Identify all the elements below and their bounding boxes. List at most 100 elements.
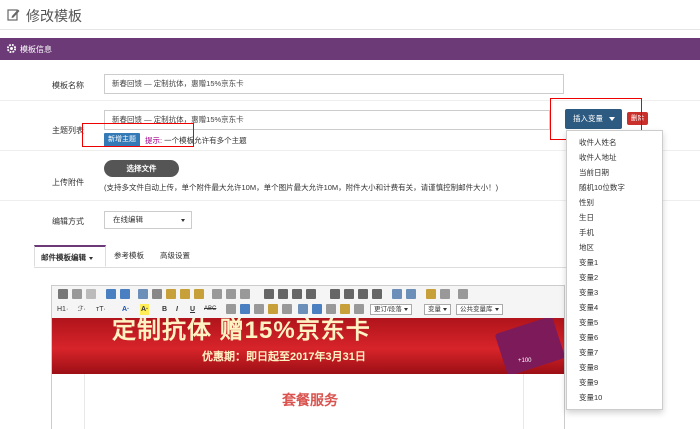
paste-word-icon[interactable] [194,289,204,299]
toolbar-row-1 [52,287,564,302]
unlink-icon[interactable] [254,304,264,314]
tab-mail-template[interactable]: 邮件模板编辑 [34,245,106,267]
image-icon[interactable] [298,304,308,314]
variable-menu-item[interactable]: 变量9 [567,375,662,390]
tab-label: 邮件模板编辑 [41,253,86,262]
source-icon[interactable] [58,289,68,299]
italic-button[interactable]: I [176,304,178,315]
format-brush-icon[interactable] [426,289,436,299]
toolbar-row-2: H1· ℱ· тT· A· A· B I U ABC 更订/段落 变量 公共变量… [52,302,564,317]
variable-menu-item[interactable]: 变量6 [567,330,662,345]
template-name-label: 模板名称 [52,81,84,90]
panel-header: 模板信息 [0,38,700,60]
service-title: 套餐服务 [282,392,338,408]
preview-icon[interactable] [72,289,82,299]
tab-reference-template[interactable]: 参考模板 [108,245,150,267]
redo-icon[interactable] [120,289,130,299]
heading-dropdown[interactable]: H1· [57,304,68,315]
variable-menu-item[interactable]: 变量5 [567,315,662,330]
chevron-down-icon [181,219,185,222]
variable-menu-item[interactable]: 变量3 [567,285,662,300]
edit-mode-select[interactable]: 在线编辑 [104,211,192,229]
variable-menu-item[interactable]: 变量8 [567,360,662,375]
font-size-dropdown[interactable]: тT· [96,304,106,315]
public-variable-combo[interactable]: 公共变量库 [456,304,503,315]
strikethrough-button[interactable]: ABC [204,304,216,315]
paragraph-combo[interactable]: 更订/段落 [370,304,412,315]
template-name-input[interactable]: 新春回馈 — 定制抗体，惠赠15%京东卡 [104,74,564,94]
ordered-list-icon[interactable] [330,289,340,299]
edit-icon [7,9,20,21]
variable-menu-item[interactable]: 当前日期 [567,165,662,180]
align-right-icon[interactable] [292,289,302,299]
variable-combo[interactable]: 变量 [424,304,451,315]
variable-menu-item[interactable]: 收件人地址 [567,150,662,165]
table-icon[interactable] [312,304,322,314]
remove-format-icon[interactable] [226,304,236,314]
emoticon-icon[interactable] [340,304,350,314]
paste-icon[interactable] [166,289,176,299]
page: 修改模板 模板信息 模板名称 新春回馈 — 定制抗体，惠赠15%京东卡 主题列表… [0,0,700,429]
topic-list-label: 主题列表 [52,126,84,135]
indent-icon[interactable] [358,289,368,299]
special-char-icon[interactable] [354,304,364,314]
rich-text-editor[interactable]: H1· ℱ· тT· A· A· B I U ABC 更订/段落 变量 公共变量… [51,285,565,429]
undo-icon[interactable] [106,289,116,299]
font-family-dropdown[interactable]: ℱ· [78,304,86,315]
unordered-list-icon[interactable] [344,289,354,299]
link-icon[interactable] [240,304,250,314]
hr-icon[interactable] [326,304,336,314]
font-color-button[interactable]: A· [122,304,129,315]
edit-mode-label: 编辑方式 [52,217,84,226]
find-icon[interactable] [240,289,250,299]
anchor-icon[interactable] [268,304,278,314]
hint-prefix: 提示: [145,136,163,145]
variable-menu-item[interactable]: 变量10 [567,390,662,405]
promo-banner-image: 定制抗体 赠15%京东卡 +100 优惠期：即日起至2017年3月31日 [52,318,564,374]
variable-menu-item[interactable]: 手机 [567,225,662,240]
variable-menu-item[interactable]: 变量4 [567,300,662,315]
chevron-down-icon [494,307,499,311]
spellcheck-icon[interactable] [226,289,236,299]
combo-label: 更订/段落 [374,306,402,313]
page-header: 修改模板 [0,0,700,30]
variable-menu-item[interactable]: 收件人姓名 [567,135,662,150]
paste-text-icon[interactable] [180,289,190,299]
topic-hint: 提示: 一个模板允许有多个主题 [145,135,247,146]
variable-menu-item[interactable]: 随机10位数字 [567,180,662,195]
choose-file-button[interactable]: 选择文件 [104,160,179,177]
clear-icon[interactable] [86,289,96,299]
edit-mode-value: 在线编辑 [113,215,143,224]
combo-label: 变量 [428,306,441,313]
chevron-down-icon [443,307,447,311]
variable-menu-item[interactable]: 变量2 [567,270,662,285]
align-left-icon[interactable] [264,289,274,299]
variable-menu-item[interactable]: 生日 [567,210,662,225]
chevron-down-icon [403,307,408,311]
banner-headline: 定制抗体 赠15%京东卡 [112,318,371,344]
chevron-down-icon [89,256,93,260]
tab-advanced-settings[interactable]: 高级设置 [154,245,196,267]
select-all-icon[interactable] [440,289,450,299]
variable-menu-item[interactable]: 性别 [567,195,662,210]
underline-button[interactable]: U [190,304,195,315]
bg-color-button[interactable]: A· [140,304,150,315]
align-center-icon[interactable] [278,289,288,299]
print-icon[interactable] [212,289,222,299]
attachment-icon[interactable] [282,304,292,314]
gift-card-graphic [494,318,564,374]
fullscreen-icon[interactable] [458,289,468,299]
subscript-icon[interactable] [392,289,402,299]
editor-content[interactable]: 套餐服务 [52,374,564,429]
copy-icon[interactable] [152,289,162,299]
outdent-icon[interactable] [372,289,382,299]
superscript-icon[interactable] [406,289,416,299]
page-title: 修改模板 [26,8,82,24]
align-justify-icon[interactable] [306,289,316,299]
bold-button[interactable]: B [162,304,167,315]
variable-menu-item[interactable]: 变量7 [567,345,662,360]
cut-icon[interactable] [138,289,148,299]
variable-menu-item[interactable]: 变量1 [567,255,662,270]
variable-menu-item[interactable]: 地区 [567,240,662,255]
attachment-note: (支持多文件自动上传，单个附件最大允许10M，单个图片最大允许10M，附件大小和… [104,183,499,192]
